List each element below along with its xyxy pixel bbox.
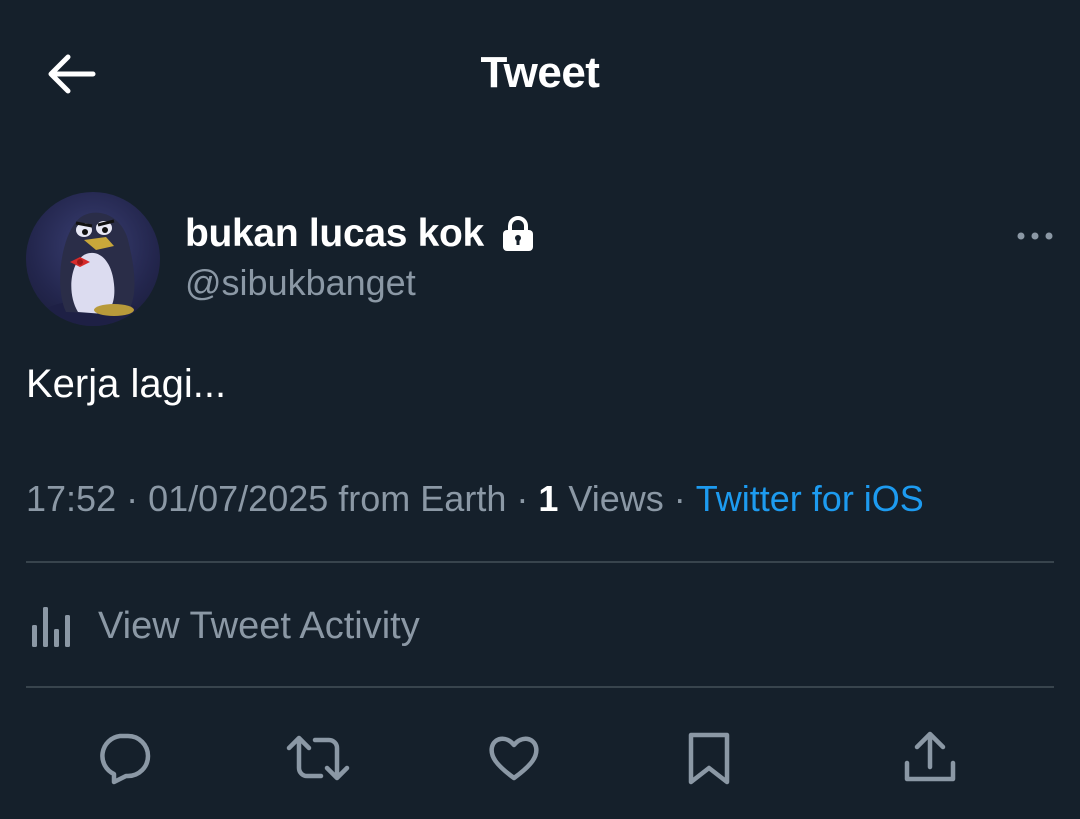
tweet-metadata: 17:52 · 01/07/2025 from Earth · 1 Views … bbox=[26, 478, 924, 520]
meta-separator: · bbox=[663, 478, 696, 519]
retweet-icon bbox=[286, 735, 350, 781]
tweet-date[interactable]: 01/07/2025 bbox=[148, 478, 328, 520]
tweet-text: Kerja lagi... bbox=[26, 362, 227, 406]
tweet-source-link[interactable]: Twitter for iOS bbox=[696, 478, 924, 520]
avatar[interactable] bbox=[26, 192, 160, 326]
share-button[interactable] bbox=[890, 718, 970, 798]
reply-button[interactable] bbox=[84, 718, 164, 798]
view-tweet-activity-button[interactable]: View Tweet Activity bbox=[26, 594, 420, 658]
user-name-row: bukan lucas kok bbox=[185, 208, 538, 260]
heart-icon bbox=[489, 736, 539, 781]
lock-icon bbox=[498, 214, 538, 254]
share-icon bbox=[904, 731, 956, 782]
like-button[interactable] bbox=[474, 718, 554, 798]
meta-separator: · bbox=[506, 478, 539, 519]
views-label: Views bbox=[568, 478, 664, 519]
view-tweet-activity-label: View Tweet Activity bbox=[98, 604, 420, 647]
tweet-time[interactable]: 17:52 bbox=[26, 478, 116, 520]
tweet-action-bar bbox=[0, 718, 1080, 798]
divider bbox=[26, 686, 1054, 688]
bookmark-icon bbox=[688, 732, 730, 785]
page-title: Tweet bbox=[480, 48, 600, 97]
retweet-button[interactable] bbox=[278, 718, 358, 798]
bookmark-button[interactable] bbox=[669, 718, 749, 798]
bar-chart-icon bbox=[32, 607, 70, 647]
display-name[interactable]: bukan lucas kok bbox=[185, 212, 484, 256]
more-options-button[interactable] bbox=[1010, 218, 1060, 254]
meta-separator: · bbox=[116, 478, 149, 519]
more-horizontal-icon bbox=[1017, 232, 1053, 240]
views-count: 1 bbox=[538, 478, 559, 519]
top-bar: Tweet bbox=[0, 0, 1080, 150]
divider bbox=[26, 561, 1054, 563]
tweet-location: from Earth bbox=[338, 478, 507, 519]
user-handle[interactable]: @sibukbanget bbox=[185, 262, 416, 304]
reply-icon bbox=[100, 733, 151, 785]
penguin-avatar-icon bbox=[43, 212, 143, 326]
